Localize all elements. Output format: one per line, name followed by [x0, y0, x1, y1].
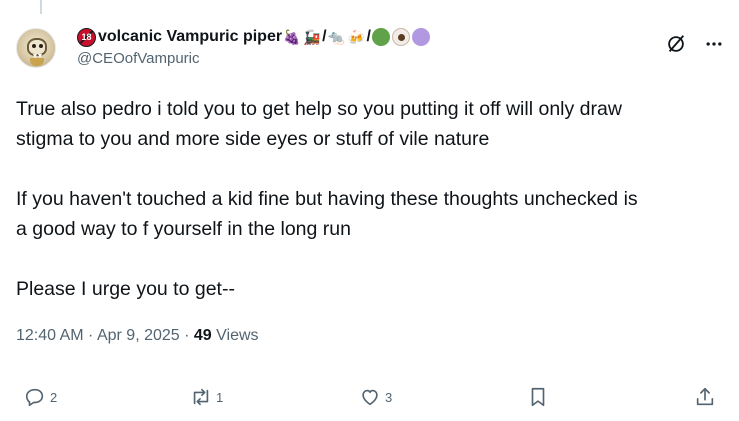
avatar[interactable]	[16, 28, 56, 68]
meta-separator: ·	[179, 327, 194, 344]
heart-icon	[362, 389, 378, 406]
reply-button[interactable]: 2	[24, 380, 57, 414]
name-slash: /	[366, 28, 371, 45]
no-under-18-icon: 18	[77, 27, 96, 47]
share-icon	[696, 387, 714, 406]
author-name-text: volcanic Vampuric piper	[98, 28, 283, 45]
green-circle-icon	[371, 28, 390, 46]
views-count[interactable]: 49	[194, 327, 212, 344]
post-text: True also pedro i told you to get help s…	[16, 94, 728, 304]
author-handle[interactable]: @CEOofVampuric	[77, 49, 431, 69]
bookmark-icon	[531, 387, 545, 407]
rat-icon: 🐀	[327, 29, 346, 45]
repost-button[interactable]: 1	[190, 380, 223, 414]
views-label: Views	[211, 327, 259, 344]
action-bar: 2 1 3	[16, 380, 723, 414]
eye-icon	[391, 28, 410, 46]
reply-icon	[25, 388, 44, 407]
grok-icon	[668, 35, 685, 52]
post-time[interactable]: 12:40 AM	[16, 327, 84, 344]
post-text-line: If you haven't touched a kid fine but ha…	[16, 188, 638, 210]
post-text-line: stigma to you and more side eyes or stuf…	[16, 128, 490, 150]
bookmark-button[interactable]	[527, 380, 549, 414]
post-header: 18 volcanic Vampuric piper 🍇 🚂 / 🐀 🍻 / @…	[16, 24, 723, 76]
post-date[interactable]: Apr 9, 2025	[97, 327, 180, 344]
like-button[interactable]: 3	[359, 380, 392, 414]
post-text-line: Please I urge you to get--	[16, 278, 235, 300]
thread-connector-line	[40, 0, 42, 14]
share-button[interactable]	[694, 380, 716, 414]
post-text-line: a good way to f yourself in the long run	[16, 218, 351, 240]
reply-count: 2	[50, 389, 58, 405]
grapes-icon: 🍇	[283, 29, 301, 45]
author-block: 18 volcanic Vampuric piper 🍇 🚂 / 🐀 🍻 / @…	[77, 26, 431, 69]
train-icon: 🚂	[303, 29, 321, 45]
purple-circle-icon	[411, 28, 430, 46]
post-meta: 12:40 AM · Apr 9, 2025 · 49 Views	[16, 324, 259, 348]
post-text-line: True also pedro i told you to get help s…	[16, 98, 622, 120]
beer-mugs-icon: 🍻	[347, 29, 366, 45]
grok-button[interactable]	[662, 30, 690, 58]
meta-separator: ·	[83, 327, 97, 344]
author-display-name[interactable]: 18 volcanic Vampuric piper 🍇 🚂 / 🐀 🍻 /	[77, 26, 431, 48]
repost-count: 1	[216, 389, 224, 405]
more-button[interactable]	[700, 30, 728, 58]
like-count: 3	[385, 389, 393, 405]
more-icon	[706, 42, 722, 46]
name-slash: /	[322, 28, 327, 45]
repost-icon	[193, 388, 209, 406]
